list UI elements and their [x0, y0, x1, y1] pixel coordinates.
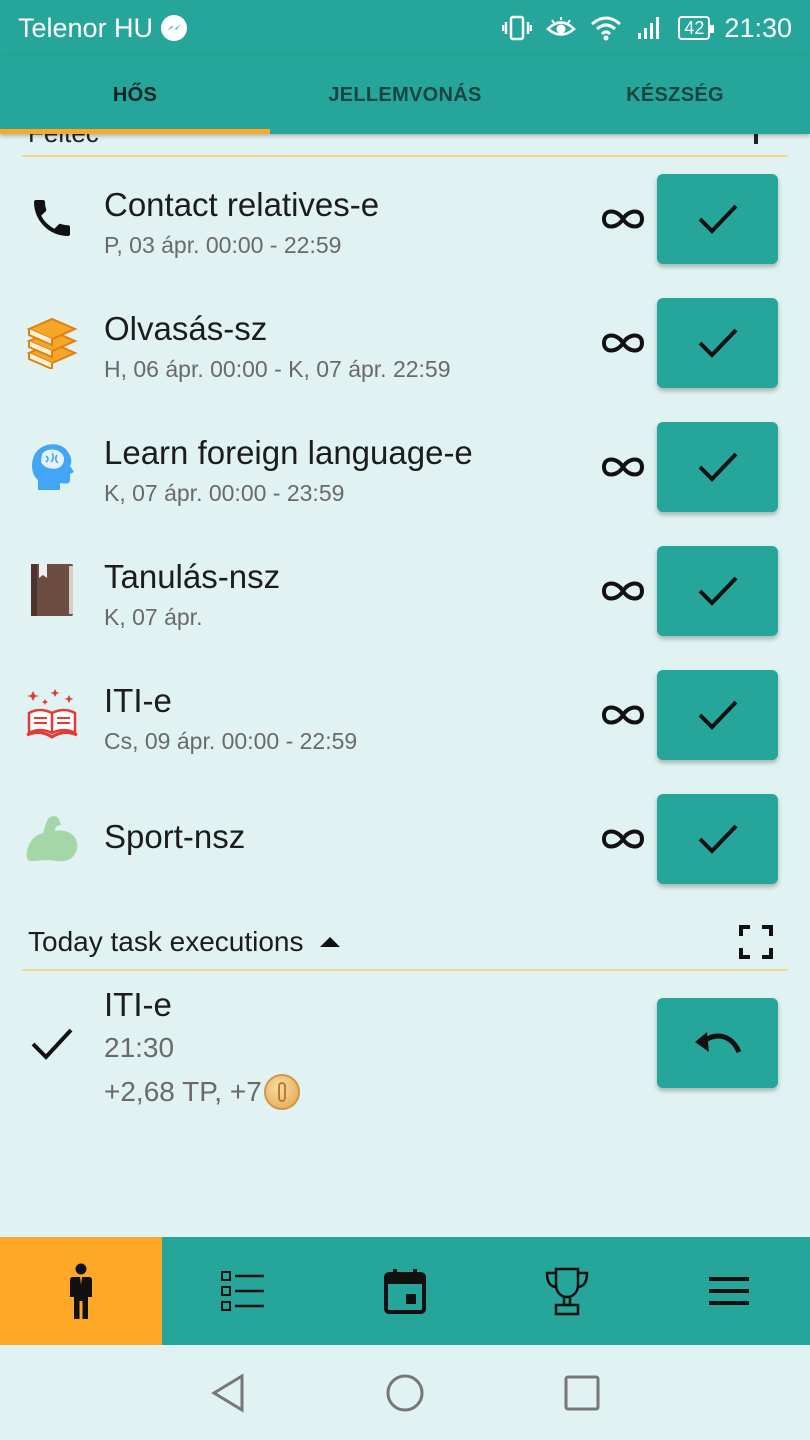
trophy-icon — [545, 1267, 589, 1316]
section-divider — [22, 155, 788, 157]
undo-execution-button[interactable] — [657, 998, 778, 1088]
book-icon — [24, 562, 80, 618]
check-icon — [698, 204, 737, 234]
signal-icon — [638, 17, 660, 39]
check-icon — [698, 824, 737, 854]
nav-calendar[interactable] — [324, 1237, 486, 1345]
magic-book-icon — [24, 686, 80, 742]
brain-head-icon — [24, 438, 80, 494]
check-icon — [698, 576, 737, 606]
hero-person-icon — [70, 1263, 92, 1319]
infinity-icon — [601, 333, 645, 353]
task-schedule: H, 06 ápr. 00:00 - K, 07 ápr. 22:59 — [104, 356, 451, 382]
nav-tasks[interactable] — [162, 1237, 324, 1345]
task-title: Learn foreign language-e — [104, 434, 473, 471]
check-icon — [698, 700, 737, 730]
infinity-icon — [601, 829, 645, 849]
status-bar: Telenor HU 42 21:30 — [0, 0, 810, 56]
complete-task-button[interactable] — [657, 546, 778, 636]
home-icon[interactable] — [385, 1373, 425, 1413]
task-row[interactable]: Sport-nsz — [0, 794, 810, 904]
check-icon — [698, 452, 737, 482]
nav-menu[interactable] — [648, 1237, 810, 1345]
task-list-icon — [221, 1271, 264, 1311]
undo-icon — [694, 1032, 741, 1054]
recents-icon[interactable] — [564, 1375, 600, 1411]
task-title: Tanulás-nsz — [104, 558, 281, 595]
infinity-icon — [601, 581, 645, 601]
nav-achievements[interactable] — [486, 1237, 648, 1345]
calendar-icon — [384, 1269, 426, 1314]
nav-hero[interactable] — [0, 1237, 162, 1345]
status-icons: 42 21:30 — [502, 13, 792, 44]
coin-icon — [263, 1074, 300, 1110]
today-section-title: Today task executions — [28, 926, 304, 957]
bottom-navigation — [0, 1237, 810, 1345]
task-row[interactable]: Contact relatives-e P, 03 ápr. 00:00 - 2… — [0, 174, 810, 284]
execution-title: ITI-e — [104, 986, 172, 1023]
complete-task-button[interactable] — [657, 174, 778, 264]
task-schedule: K, 07 ápr. — [104, 604, 203, 630]
back-icon[interactable] — [210, 1372, 246, 1413]
fullscreen-icon[interactable] — [738, 924, 774, 960]
messenger-icon — [161, 15, 188, 41]
task-schedule: P, 03 ápr. 00:00 - 22:59 — [104, 232, 342, 258]
task-row[interactable]: Learn foreign language-e K, 07 ápr. 00:0… — [0, 422, 810, 532]
tab-traits[interactable]: JELLEMVONÁS — [270, 56, 540, 134]
menu-icon — [709, 1277, 749, 1305]
complete-task-button[interactable] — [657, 794, 778, 884]
task-title: Olvasás-sz — [104, 310, 268, 347]
execution-time: 21:30 — [104, 1032, 175, 1063]
clock: 21:30 — [724, 12, 792, 43]
today-divider — [22, 969, 788, 971]
infinity-icon — [601, 457, 645, 477]
task-title: Sport-nsz — [104, 818, 246, 855]
wifi-icon — [591, 16, 622, 41]
task-schedule: Cs, 09 ápr. 00:00 - 22:59 — [104, 728, 358, 754]
eye-comfort-icon — [546, 17, 577, 36]
complete-task-button[interactable] — [657, 422, 778, 512]
tab-hero[interactable]: HŐS — [0, 56, 270, 134]
complete-task-button[interactable] — [657, 298, 778, 388]
task-title: ITI-e — [104, 682, 172, 719]
books-stack-icon — [24, 314, 80, 370]
flexed-arm-icon — [24, 810, 80, 866]
reward-text: +2,68 TP, +7 — [104, 1076, 262, 1107]
battery-indicator: 42 — [678, 16, 715, 40]
task-schedule: K, 07 ápr. 00:00 - 23:59 — [104, 480, 345, 506]
infinity-icon — [601, 705, 645, 725]
task-title: Contact relatives-e — [104, 186, 380, 223]
check-icon — [698, 328, 737, 358]
collapse-arrow-icon[interactable] — [318, 935, 342, 949]
infinity-icon — [601, 209, 645, 229]
vibrate-icon — [502, 15, 533, 41]
phone-icon — [24, 190, 80, 246]
task-row[interactable]: Olvasás-sz H, 06 ápr. 00:00 - K, 07 ápr.… — [0, 298, 810, 408]
complete-task-button[interactable] — [657, 670, 778, 760]
task-row[interactable]: ITI-e Cs, 09 ápr. 00:00 - 22:59 — [0, 670, 810, 780]
carrier-group: Telenor HU — [18, 12, 188, 44]
task-row[interactable]: Tanulás-nsz K, 07 ápr. — [0, 546, 810, 656]
tab-skills[interactable]: KÉSZSÉG — [540, 56, 810, 134]
carrier-name: Telenor HU — [18, 12, 154, 43]
system-navigation-bar — [0, 1345, 810, 1440]
today-section-header[interactable]: Today task executions — [28, 926, 342, 958]
execution-reward: +2,68 TP, +7 — [104, 1074, 300, 1110]
executed-check-icon — [31, 1028, 73, 1060]
tab-bar: HŐS JELLEMVONÁS KÉSZSÉG — [0, 56, 810, 134]
